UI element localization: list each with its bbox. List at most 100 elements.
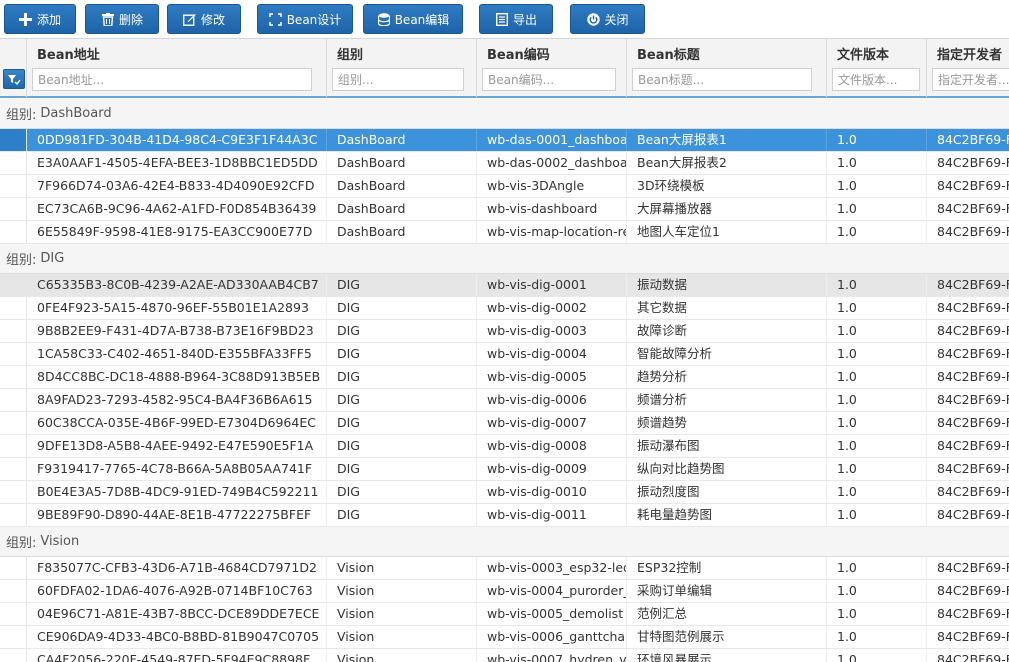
row-select-cell[interactable] xyxy=(0,152,27,174)
grid-header: Bean地址 Bean地址... 组别 组别... Bean编码 Bean编码... Bea… xyxy=(0,38,1009,98)
column-header-code[interactable]: Bean编码 Bean编码... xyxy=(477,39,627,97)
row-select-cell[interactable] xyxy=(0,504,27,526)
row-select-cell[interactable] xyxy=(0,603,27,625)
edit-button[interactable]: 修改 xyxy=(167,4,241,34)
cell-addr: CE906DA9-4D33-4BC0-B8BD-81B9047C0705 xyxy=(27,626,327,648)
group-row[interactable]: 组别: DIG xyxy=(0,244,1009,274)
cell-version: 1.0 xyxy=(827,389,927,411)
cell-group: DIG xyxy=(327,435,477,457)
cell-title: Bean大屏报表1 xyxy=(627,129,827,151)
column-title[interactable]: 文件版本 xyxy=(837,44,889,63)
cell-code: wb-das-0001_dashboard xyxy=(477,129,627,151)
cell-group: DashBoard xyxy=(327,152,477,174)
close-button[interactable]: 关闭 xyxy=(570,4,645,34)
cell-group: DIG xyxy=(327,504,477,526)
table-row[interactable]: 8A9FAD23-7293-4582-95C4-BA4F36B6A615 DIG w… xyxy=(0,389,1009,412)
cell-code: wb-vis-dig-0006 xyxy=(477,389,627,411)
row-select-cell[interactable] xyxy=(0,435,27,457)
cell-code: wb-vis-0005_demolist xyxy=(477,603,627,625)
column-menu-button[interactable] xyxy=(3,69,25,89)
row-select-cell[interactable] xyxy=(0,626,27,648)
group-row[interactable]: 组别: Vision xyxy=(0,527,1009,557)
column-header-addr[interactable]: Bean地址 Bean地址... xyxy=(27,39,327,97)
row-select-cell[interactable] xyxy=(0,175,27,197)
cell-dev: 84C2BF69-F xyxy=(927,435,1009,457)
row-select-cell[interactable] xyxy=(0,366,27,388)
column-title[interactable]: 指定开发者 xyxy=(937,44,1002,63)
table-row[interactable]: 60C38CCA-035E-4B6F-99ED-E7304D6964EC DIG w… xyxy=(0,412,1009,435)
table-row[interactable]: 0DD981FD-304B-41D4-98C4-C9E3F1F44A3C Dash… xyxy=(0,129,1009,152)
table-row[interactable]: 04E96C71-A81E-43B7-8BCC-DCE89DDE7ECE Visi… xyxy=(0,603,1009,626)
cell-code: wb-vis-3DAngle xyxy=(477,175,627,197)
column-header-title[interactable]: Bean标题 Bean标题... xyxy=(627,39,827,97)
filter-input-code[interactable]: Bean编码... xyxy=(482,68,616,91)
cell-dev: 84C2BF69-F xyxy=(927,274,1009,296)
filter-input-title[interactable]: Bean标题... xyxy=(632,68,812,91)
filter-input-version[interactable]: 文件版本... xyxy=(832,68,920,91)
cell-addr: B0E4E3A5-7D8B-4DC9-91ED-749B4C592211 xyxy=(27,481,327,503)
cell-dev: 84C2BF69-F xyxy=(927,557,1009,579)
row-select-cell[interactable] xyxy=(0,297,27,319)
table-row[interactable]: EC73CA6B-9C96-4A62-A1FD-F0D854B36439 Dash… xyxy=(0,198,1009,221)
table-row[interactable]: F835077C-CFB3-43D6-A71B-4684CD7971D2 Visi… xyxy=(0,557,1009,580)
row-select-cell[interactable] xyxy=(0,458,27,480)
group-prefix: 组别: xyxy=(6,253,37,268)
filter-input-group[interactable]: 组别... xyxy=(332,68,464,91)
column-title[interactable]: 组别 xyxy=(337,44,363,63)
cell-addr: 8A9FAD23-7293-4582-95C4-BA4F36B6A615 xyxy=(27,389,327,411)
cell-addr: 1CA58C33-C402-4651-840D-E355BFA33FF5 xyxy=(27,343,327,365)
table-row[interactable]: B0E4E3A5-7D8B-4DC9-91ED-749B4C592211 DIG w… xyxy=(0,481,1009,504)
table-row[interactable]: 9DFE13D8-A5B8-4AEE-9492-E47E590E5F1A DIG w… xyxy=(0,435,1009,458)
table-row[interactable]: 60FDFA02-1DA6-4076-A92B-0714BF10C763 Visi… xyxy=(0,580,1009,603)
row-select-cell[interactable] xyxy=(0,129,27,151)
cell-dev: 84C2BF69-F xyxy=(927,198,1009,220)
delete-button[interactable]: 删除 xyxy=(85,4,159,34)
cell-group: DIG xyxy=(327,481,477,503)
cell-version: 1.0 xyxy=(827,481,927,503)
row-select-cell[interactable] xyxy=(0,274,27,296)
table-row[interactable]: E3A0AAF1-4505-4EFA-BEE3-1D8BBC1ED5DD Dash… xyxy=(0,152,1009,175)
column-title[interactable]: Bean编码 xyxy=(487,44,550,63)
column-header-dev[interactable]: 指定开发者指定开发者... xyxy=(927,39,1009,97)
row-select-cell[interactable] xyxy=(0,557,27,579)
table-row[interactable]: 8D4CC8BC-DC18-4888-B964-3C88D913B5EB DIG w… xyxy=(0,366,1009,389)
column-header-group[interactable]: 组别组别... xyxy=(327,39,477,97)
table-row[interactable]: C65335B3-8C0B-4239-A2AE-AD330AAB4CB7 DIG w… xyxy=(0,274,1009,297)
cell-version: 1.0 xyxy=(827,626,927,648)
cell-group: DIG xyxy=(327,343,477,365)
row-select-cell[interactable] xyxy=(0,649,27,662)
cell-group: Vision xyxy=(327,626,477,648)
export-button[interactable]: 导出 xyxy=(479,4,553,34)
table-row[interactable]: 7F966D74-03A6-42E4-B833-4D4090E92CFD Dash… xyxy=(0,175,1009,198)
bean-edit-button[interactable]: Bean编辑 xyxy=(363,4,463,34)
table-row[interactable]: 9BE89F90-D890-44AE-8E1B-47722275BFEF DIG w… xyxy=(0,504,1009,527)
cell-code: wb-vis-dig-0003 xyxy=(477,320,627,342)
row-select-cell[interactable] xyxy=(0,580,27,602)
row-select-cell[interactable] xyxy=(0,221,27,243)
cell-code: wb-vis-dig-0002 xyxy=(477,297,627,319)
filter-input-dev[interactable]: 指定开发者... xyxy=(932,68,1009,91)
row-select-cell[interactable] xyxy=(0,343,27,365)
row-select-cell[interactable] xyxy=(0,481,27,503)
table-row[interactable]: 6E55849F-9598-41E8-9175-EA3CC900E77D Dash… xyxy=(0,221,1009,244)
table-row[interactable]: 9B8B2EE9-F431-4D7A-B738-B73E16F9BD23 DIG w… xyxy=(0,320,1009,343)
column-title[interactable]: Bean地址 xyxy=(37,44,100,63)
table-row[interactable]: 1CA58C33-C402-4651-840D-E355BFA33FF5 DIG w… xyxy=(0,343,1009,366)
table-row[interactable]: CE906DA9-4D33-4BC0-B8BD-81B9047C0705 Visi… xyxy=(0,626,1009,649)
cell-dev: 84C2BF69-F xyxy=(927,343,1009,365)
row-select-cell[interactable] xyxy=(0,320,27,342)
row-select-cell[interactable] xyxy=(0,198,27,220)
table-row[interactable]: 0FE4F923-5A15-4870-96EF-55B01E1A2893 DIG w… xyxy=(0,297,1009,320)
table-row[interactable]: CA4F2056-220F-4549-87ED-5F94E9C8898F Visi… xyxy=(0,649,1009,662)
row-select-cell[interactable] xyxy=(0,389,27,411)
row-select-cell[interactable] xyxy=(0,412,27,434)
filter-menu-icon xyxy=(8,75,21,85)
column-header-version[interactable]: 文件版本文件版本... xyxy=(827,39,927,97)
bean-design-button[interactable]: Bean设计 xyxy=(257,4,353,34)
cell-dev: 84C2BF69-F xyxy=(927,389,1009,411)
table-row[interactable]: F9319417-7765-4C78-B66A-5A8B05AA741F DIG w… xyxy=(0,458,1009,481)
add-button[interactable]: 添加 xyxy=(4,4,76,34)
column-title[interactable]: Bean标题 xyxy=(637,44,700,63)
filter-input-addr[interactable]: Bean地址... xyxy=(32,68,312,91)
group-row[interactable]: 组别: DashBoard xyxy=(0,99,1009,129)
